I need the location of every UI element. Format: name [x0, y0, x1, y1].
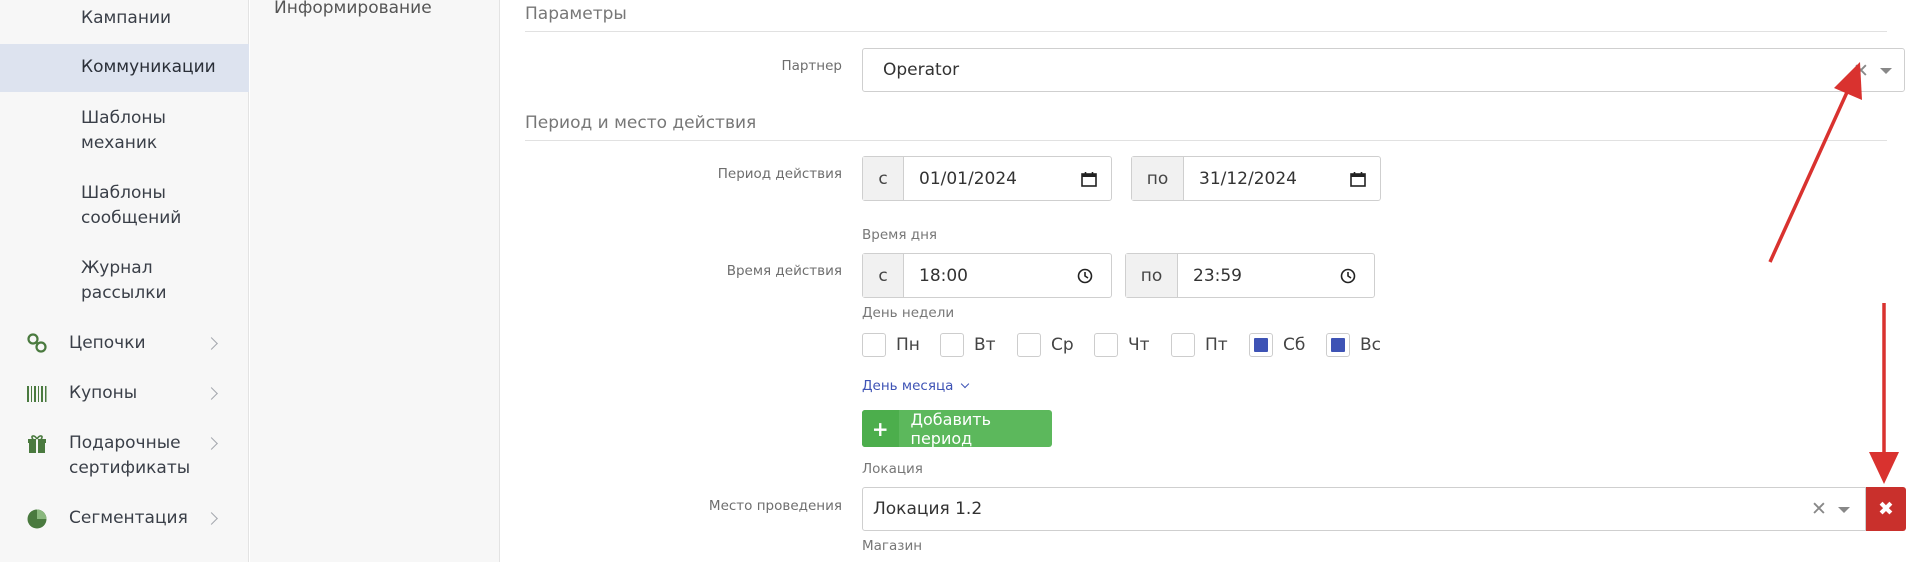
time-of-day-label: Время дня	[862, 227, 938, 243]
barcode-icon	[27, 386, 47, 402]
plus-icon: +	[862, 410, 899, 447]
clock-icon[interactable]	[1340, 268, 1356, 284]
location-select[interactable]: Локация 1.2 ✕	[862, 487, 1866, 531]
chevron-down-icon	[960, 379, 969, 389]
chevron-right-icon	[205, 512, 218, 525]
store-label: Магазин	[862, 538, 923, 554]
gift-icon	[28, 435, 46, 453]
place-label: Место проведения	[708, 498, 842, 514]
date-from-input[interactable]: с 01/01/2024	[862, 156, 1112, 201]
partner-label: Партнер	[781, 58, 842, 74]
secondary-nav-informing[interactable]: Информирование	[274, 0, 432, 18]
chain-icon	[27, 333, 47, 353]
remove-location-button[interactable]: ✖	[1866, 487, 1906, 531]
section-period-title: Период и место действия	[525, 113, 1887, 141]
weekday-checkbox[interactable]	[1094, 333, 1118, 357]
weekday-checkbox-checked[interactable]	[1249, 333, 1273, 357]
chevron-right-icon	[205, 387, 218, 400]
caret-down-icon[interactable]	[1880, 68, 1892, 74]
chevron-right-icon	[205, 337, 218, 350]
time-to-prefix: по	[1126, 254, 1178, 297]
clear-icon[interactable]: ✕	[1811, 498, 1827, 520]
sidebar: Кампании Коммуникации Шаблоны механик Ша…	[0, 0, 249, 562]
sidebar-item-mechanic-templates[interactable]: Шаблоны механик	[0, 106, 200, 156]
location-value: Локация 1.2	[873, 499, 983, 519]
clock-icon[interactable]	[1077, 268, 1093, 284]
date-to-prefix: по	[1132, 157, 1184, 200]
weekday-checkbox-checked[interactable]	[1326, 333, 1350, 357]
date-from-value: 01/01/2024	[919, 168, 1017, 189]
time-label: Время действия	[726, 263, 842, 279]
date-to-value: 31/12/2024	[1199, 168, 1297, 189]
secondary-nav: Информирование	[250, 0, 500, 562]
calendar-icon[interactable]	[1350, 171, 1366, 187]
clear-icon[interactable]: ✕	[1853, 60, 1869, 82]
date-from-prefix: с	[863, 157, 904, 200]
weekday-checkbox[interactable]	[1017, 333, 1041, 357]
sidebar-item-chains[interactable]: Цепочки	[0, 331, 249, 356]
time-from-input[interactable]: с 18:00	[862, 253, 1112, 298]
time-to-input[interactable]: по 23:59	[1125, 253, 1375, 298]
time-to-value: 23:59	[1193, 265, 1242, 286]
calendar-icon[interactable]	[1081, 171, 1097, 187]
sidebar-item-campaigns[interactable]: Кампании	[0, 6, 249, 31]
add-period-button[interactable]: + Добавить период	[862, 410, 1052, 448]
sidebar-item-coupons[interactable]: Купоны	[0, 381, 249, 406]
partner-value: Operator	[883, 60, 960, 80]
time-from-value: 18:00	[919, 265, 968, 286]
period-label: Период действия	[717, 166, 842, 182]
time-from-prefix: с	[863, 254, 904, 297]
annotation-arrow-down	[1869, 303, 1899, 484]
location-label: Локация	[862, 461, 923, 477]
annotation-arrow-up	[1768, 62, 1862, 263]
sidebar-item-communications[interactable]: Коммуникации	[0, 44, 249, 92]
section-parameters-title: Параметры	[525, 4, 1887, 32]
pie-chart-icon	[27, 509, 47, 529]
month-day-link[interactable]: День месяца	[862, 378, 969, 394]
weekday-checkbox[interactable]	[940, 333, 964, 357]
sidebar-item-message-templates[interactable]: Шаблоны сообщений	[0, 181, 249, 231]
caret-down-icon[interactable]	[1838, 507, 1850, 513]
close-icon: ✖	[1878, 498, 1894, 520]
sidebar-item-mailing-log[interactable]: Журнал рассылки	[0, 256, 249, 306]
weekday-checkbox[interactable]	[1171, 333, 1195, 357]
date-to-input[interactable]: по 31/12/2024	[1131, 156, 1381, 201]
sidebar-item-gift-certificates[interactable]: Подарочные сертификаты	[0, 431, 249, 481]
sidebar-item-segmentation[interactable]: Сегментация	[0, 506, 249, 531]
weekday-label: День недели	[862, 305, 955, 321]
partner-select[interactable]: Operator ✕	[862, 48, 1905, 92]
weekday-checkbox[interactable]	[862, 333, 886, 357]
